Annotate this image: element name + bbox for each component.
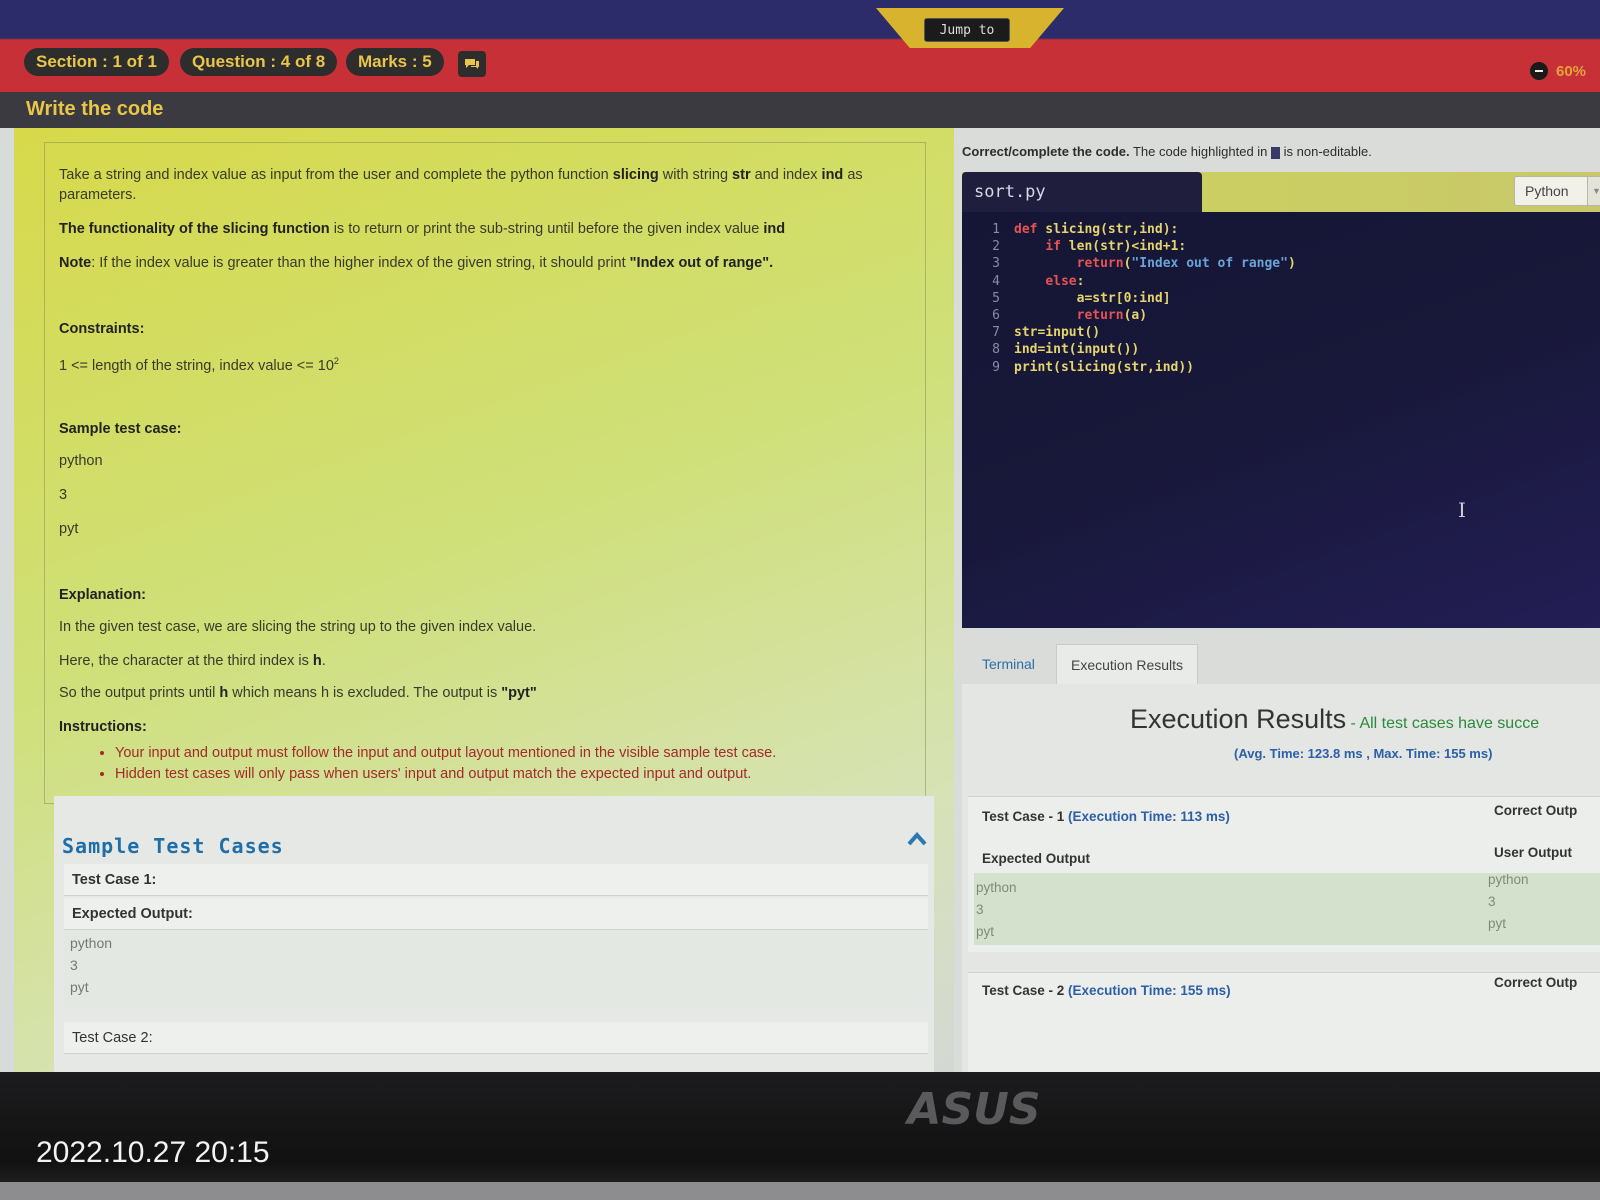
output-tabs: Terminal Execution Results [962, 636, 1600, 684]
user-output: python 3 pyt [1488, 872, 1529, 931]
test-case-1-header: Test Case - 1 (Execution Time: 113 ms) [982, 809, 1230, 824]
line-number: 3 [992, 256, 1000, 272]
tab-terminal[interactable]: Terminal [968, 644, 1049, 684]
chevron-up-icon[interactable] [906, 830, 928, 848]
file-tab[interactable]: sort.py [962, 172, 1202, 212]
test-case-2-label: Test Case 2: [64, 1022, 928, 1054]
test-case-2-header: Test Case - 2 (Execution Time: 155 ms) [982, 983, 1231, 998]
code-text: return(a) [1076, 308, 1148, 323]
question-badge[interactable]: Question : 4 of 8 [180, 48, 338, 76]
sample-test-cases-panel: Sample Test Cases Test Case 1: Expected … [54, 796, 934, 1072]
code-text: if len(str)<ind+1: [1045, 239, 1187, 255]
constraint-text: 1 <= length of the string, index value <… [59, 356, 339, 374]
line-number: 4 [992, 273, 1000, 289]
question-paragraph-2: The functionality of the slicing functio… [59, 221, 786, 237]
code-line[interactable]: 4 else: [962, 274, 1600, 291]
code-line[interactable]: 1 def slicing(str,ind): [962, 222, 1600, 239]
svg-text:ASUS: ASUS [904, 1084, 1040, 1132]
results-status: - All test cases have succe [1346, 715, 1540, 732]
output-line: python [70, 935, 113, 951]
user-output-label: User Output [1494, 845, 1573, 860]
test-case-result: Test Case - 1 (Execution Time: 113 ms) C… [968, 796, 1600, 952]
code-text: str=input() [1014, 325, 1101, 341]
code-text: a=str[0:ind] [1014, 290, 1171, 306]
instruction-item: Hidden test cases will only pass when us… [115, 764, 885, 785]
code-text: print(slicing(str,ind)) [1014, 359, 1195, 375]
instructions-list: Your input and output must follow the in… [115, 743, 885, 785]
page-title: Write the code [26, 98, 164, 120]
code-line[interactable]: 2 if len(str)<ind+1: [962, 239, 1600, 256]
text-cursor-icon: I [1458, 498, 1466, 522]
editor-instruction: Correct/complete the code. The code high… [962, 144, 1372, 159]
explanation-line: In the given test case, we are slicing t… [59, 619, 537, 635]
line-number: 1 [992, 222, 1000, 237]
explanation-line: So the output prints until h which means… [59, 685, 537, 701]
timer: 60% [1530, 62, 1586, 80]
line-number: 2 [992, 239, 1000, 255]
test-case-2-status: Correct Outp [1494, 975, 1578, 990]
line-number: 6 [992, 308, 1000, 323]
test-case-1-status: Correct Outp [1494, 803, 1578, 818]
photo-timestamp: 2022.10.27 20:15 [36, 1136, 270, 1169]
sample-test-cases-title: Sample Test Cases [62, 834, 284, 858]
code-editor[interactable]: I 1 def slicing(str,ind): 2 if len(str)<in… [962, 212, 1600, 628]
code-line[interactable]: 3 return("Index out of range") [962, 256, 1600, 273]
sample-line: 3 [59, 487, 68, 503]
sample-line: python [59, 453, 103, 469]
laptop-screen: Jump to Section : 1 of 1 Question : 4 of… [0, 0, 1600, 1072]
expected-output-label: Expected Output [982, 851, 1091, 866]
question-paragraph-1: Take a string and index value as input f… [59, 167, 863, 203]
explanation-line: Here, the character at the third index i… [59, 653, 326, 669]
expected-output-box: python 3 pyt [64, 932, 928, 1002]
output-strip: python 3 pyt python 3 pyt [974, 872, 1600, 945]
code-line[interactable]: 9 print(slicing(str,ind)) [962, 360, 1600, 377]
question-note: Note: If the index value is greater than… [59, 255, 774, 271]
desk-surface [0, 1182, 1600, 1200]
test-case-result: Test Case - 2 (Execution Time: 155 ms) C… [968, 972, 1600, 1072]
explanation-label: Explanation: [59, 587, 147, 603]
test-case-1-label: Test Case 1: [64, 864, 928, 896]
expected-output-label: Expected Output: [64, 898, 928, 930]
question-panel: Take a string and index value as input f… [14, 128, 954, 1072]
code-text: else: [1045, 273, 1085, 289]
line-number: 8 [992, 342, 1000, 358]
exam-top-bar [0, 0, 1600, 92]
chat-icon[interactable] [458, 51, 486, 77]
code-line[interactable]: 6 return(a) [962, 308, 1600, 325]
dropdown-arrow-icon: ▼ [1587, 177, 1600, 205]
marks-badge: Marks : 5 [346, 48, 444, 76]
title-bar: Write the code [0, 92, 1600, 128]
code-text: return("Index out of range") [1076, 256, 1296, 272]
execution-results-panel: Execution Results - All test cases have … [962, 684, 1600, 1072]
asus-logo: ASUS [904, 1084, 1040, 1132]
tab-execution-results[interactable]: Execution Results [1056, 644, 1199, 684]
code-text: def slicing(str,ind): [1014, 222, 1179, 237]
line-number: 7 [992, 325, 1000, 341]
sample-test-label: Sample test case: [59, 421, 182, 437]
section-badge[interactable]: Section : 1 of 1 [24, 48, 169, 76]
constraints-label: Constraints: [59, 321, 145, 337]
execution-results-title: Execution Results - All test cases have … [1130, 704, 1540, 734]
code-line[interactable]: 7 str=input() [962, 325, 1600, 342]
language-select[interactable]: Python ▼ [1514, 176, 1600, 206]
minus-icon[interactable] [1530, 62, 1548, 80]
editor-panel: Correct/complete the code. The code high… [954, 128, 1600, 1072]
instruction-item: Your input and output must follow the in… [115, 743, 885, 764]
code-text: ind=int(input()) [1014, 342, 1140, 358]
line-number: 5 [992, 290, 1000, 306]
output-line: pyt [70, 979, 89, 995]
output-line: 3 [70, 957, 78, 973]
jump-to-button[interactable]: Jump to [924, 18, 1010, 42]
instructions-label: Instructions: [59, 719, 147, 735]
line-number: 9 [992, 359, 1000, 375]
question-description: Take a string and index value as input f… [44, 142, 926, 804]
sample-line: pyt [59, 521, 79, 537]
average-time: (Avg. Time: 123.8 ms , Max. Time: 155 ms… [1234, 746, 1493, 761]
timer-value: 60% [1556, 62, 1587, 80]
code-line[interactable]: 8 ind=int(input()) [962, 342, 1600, 359]
non-editable-swatch [1271, 146, 1281, 159]
code-line[interactable]: 5 a=str[0:ind] [962, 291, 1600, 308]
expected-output: python 3 pyt [976, 880, 1017, 939]
